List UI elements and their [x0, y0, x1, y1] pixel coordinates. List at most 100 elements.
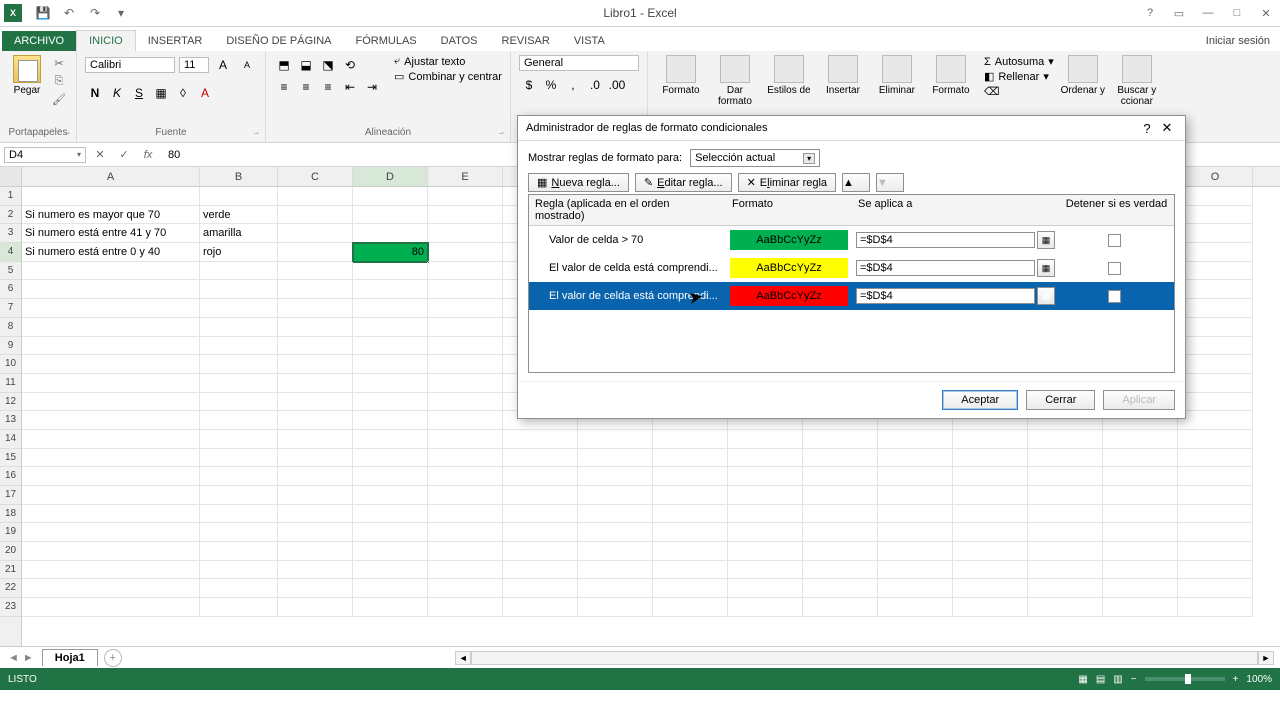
underline-button[interactable]: S [129, 83, 149, 103]
cell[interactable] [728, 505, 803, 524]
sheet-tab-active[interactable]: Hoja1 [42, 649, 98, 666]
cell[interactable] [353, 430, 428, 449]
cell[interactable] [353, 486, 428, 505]
cell[interactable] [578, 486, 653, 505]
cell[interactable] [1103, 467, 1178, 486]
cell[interactable] [353, 411, 428, 430]
cell[interactable] [22, 561, 200, 580]
align-center-icon[interactable]: ≡ [296, 77, 316, 97]
cell[interactable] [278, 262, 353, 281]
font-name-select[interactable]: Calibri [85, 57, 175, 73]
cell[interactable] [728, 467, 803, 486]
cell[interactable] [653, 598, 728, 617]
cell[interactable] [653, 449, 728, 468]
cell[interactable] [653, 486, 728, 505]
cell[interactable] [953, 505, 1028, 524]
cell[interactable] [428, 579, 503, 598]
row-header[interactable]: 19 [0, 523, 21, 542]
cell[interactable] [22, 598, 200, 617]
row-header[interactable]: 1 [0, 187, 21, 206]
wrap-text-button[interactable]: ⤶Ajustar texto [394, 55, 502, 68]
view-layout-icon[interactable]: ▤ [1096, 674, 1105, 685]
cell[interactable]: Si numero es mayor que 70 [22, 206, 200, 225]
cell[interactable] [428, 505, 503, 524]
align-top-icon[interactable]: ⬒ [274, 55, 294, 75]
copy-icon[interactable]: ⎘ [50, 73, 68, 89]
row-header[interactable]: 2 [0, 206, 21, 225]
tab-file[interactable]: ARCHIVO [2, 31, 76, 51]
cell[interactable] [428, 262, 503, 281]
cell[interactable] [1103, 430, 1178, 449]
cell[interactable] [278, 374, 353, 393]
cell[interactable] [803, 561, 878, 580]
cell[interactable] [578, 505, 653, 524]
cell[interactable] [200, 337, 278, 356]
cell[interactable] [428, 355, 503, 374]
cell[interactable] [200, 411, 278, 430]
cell[interactable] [278, 411, 353, 430]
qat-menu-icon[interactable]: ▾ [110, 2, 132, 24]
row-header[interactable]: 11 [0, 374, 21, 393]
cell[interactable] [803, 598, 878, 617]
cell[interactable] [803, 486, 878, 505]
cell[interactable] [803, 523, 878, 542]
cell[interactable] [503, 467, 578, 486]
cell[interactable] [1178, 449, 1253, 468]
cell[interactable] [22, 430, 200, 449]
zoom-label[interactable]: 100% [1246, 674, 1272, 685]
cell[interactable] [878, 598, 953, 617]
cell[interactable] [578, 598, 653, 617]
cell[interactable] [653, 430, 728, 449]
cell[interactable] [22, 337, 200, 356]
move-down-button[interactable]: ▼ [876, 173, 904, 192]
comma-icon[interactable]: , [563, 75, 583, 95]
cell[interactable] [22, 355, 200, 374]
cell[interactable] [953, 598, 1028, 617]
delete-rule-button[interactable]: ✕Eliminar regla [738, 173, 836, 192]
cell[interactable] [653, 523, 728, 542]
align-middle-icon[interactable]: ⬓ [296, 55, 316, 75]
cell[interactable] [1178, 243, 1253, 262]
row-header[interactable]: 13 [0, 411, 21, 430]
cell[interactable] [200, 262, 278, 281]
cell[interactable] [1028, 598, 1103, 617]
cell[interactable] [578, 523, 653, 542]
cell[interactable] [22, 411, 200, 430]
cell[interactable] [728, 486, 803, 505]
cell[interactable] [1103, 579, 1178, 598]
cell[interactable] [1103, 598, 1178, 617]
rule-row[interactable]: El valor de celda está comprendi... AaBb… [529, 254, 1174, 282]
cell[interactable] [803, 579, 878, 598]
cell[interactable] [1178, 187, 1253, 206]
cell[interactable] [428, 374, 503, 393]
cell[interactable] [353, 262, 428, 281]
cell[interactable] [22, 542, 200, 561]
row-header[interactable]: 20 [0, 542, 21, 561]
move-up-button[interactable]: ▲ [842, 173, 870, 192]
cell[interactable] [428, 523, 503, 542]
cell[interactable] [1178, 393, 1253, 412]
cell[interactable] [200, 430, 278, 449]
cell[interactable] [1028, 430, 1103, 449]
row-header[interactable]: 12 [0, 393, 21, 412]
cell[interactable] [200, 355, 278, 374]
row-header[interactable]: 7 [0, 299, 21, 318]
cell[interactable] [953, 542, 1028, 561]
cell[interactable] [200, 561, 278, 580]
cell[interactable] [728, 542, 803, 561]
cell[interactable] [878, 561, 953, 580]
view-normal-icon[interactable]: ▦ [1078, 674, 1087, 685]
cell[interactable] [428, 393, 503, 412]
cell[interactable] [1178, 486, 1253, 505]
cell[interactable] [200, 187, 278, 206]
cell[interactable] [353, 467, 428, 486]
fill-button[interactable]: ◧Rellenar▾ [984, 70, 1054, 83]
cell[interactable] [22, 449, 200, 468]
cell[interactable] [353, 280, 428, 299]
cell[interactable] [578, 579, 653, 598]
cell[interactable] [22, 374, 200, 393]
tab-data[interactable]: DATOS [429, 31, 490, 51]
edit-rule-button[interactable]: ✎Editar regla... [635, 173, 732, 192]
col-header[interactable]: A [22, 167, 200, 186]
cell[interactable] [953, 467, 1028, 486]
